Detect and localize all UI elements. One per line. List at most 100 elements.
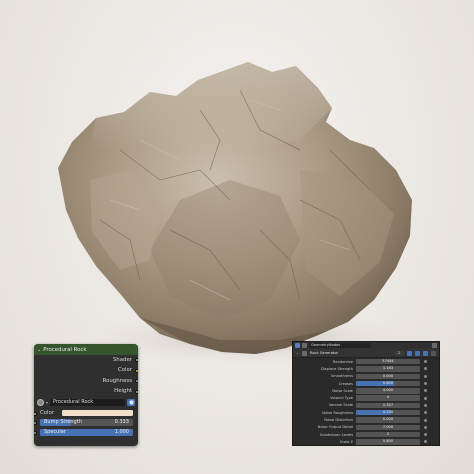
param-row: Noise Output Detail 7.000 [293,424,439,431]
float-socket-icon[interactable] [135,379,138,384]
output-shader: Shader [34,355,138,365]
viewport-toggle-icon[interactable] [415,350,420,356]
param-row: Smoothness 0.000 [293,373,439,380]
color-socket-icon[interactable] [34,411,37,416]
modifier-header[interactable]: ⌄ Rock Generator 2 [293,349,439,358]
param-label: Smoothness [330,374,353,379]
param-row: Subdivision Levels 2 [293,431,439,438]
modifier-properties-panel: GeometryNodes ⌄ Rock Generator 2 Randomi… [292,341,440,446]
slider-label: Specular [44,428,66,435]
slider-label: Bump Strength [44,418,82,425]
keyframe-dot-icon[interactable] [424,382,427,386]
param-row: Voronoi Scale 2.357 [293,402,439,409]
param-row: Scale Z 0.800 [293,438,439,445]
bump-strength-row: Bump Strength 0.333 [34,418,138,428]
pin-icon[interactable] [432,343,437,348]
param-field[interactable]: 1.183 [356,366,420,372]
keyframe-dot-icon[interactable] [424,389,427,393]
shield-icon [129,400,133,405]
param-value: 0.000 [382,373,394,378]
output-label: Shader [112,357,132,363]
chevron-down-icon[interactable]: ⌄ [37,347,41,353]
param-field[interactable]: 0.000 [356,373,420,379]
parameter-list: Randomize 57444 Displace Strength 1.183 Smoo… [293,358,439,445]
fake-user-button[interactable] [127,399,135,407]
param-row: Voronoi Type 4 [293,394,439,401]
color-socket-icon[interactable] [135,368,138,373]
output-height: Height [34,386,138,396]
properties-header: GeometryNodes [293,342,439,349]
node-group-field[interactable]: GeometryNodes [309,343,371,348]
param-label: Noise Scale [332,388,353,393]
keyframe-dot-icon[interactable] [424,440,427,444]
param-field[interactable]: 4 [356,395,420,401]
user-count[interactable]: 2 [394,350,404,356]
node-group-selector[interactable]: ▾ Procedural Rock [34,398,138,408]
wrench-icon[interactable] [295,343,300,348]
keyframe-dot-icon[interactable] [424,360,427,364]
node-tree-icon[interactable] [302,343,307,348]
chevron-down-icon[interactable]: ⌄ [296,351,299,355]
param-label: Scale Z [339,439,353,444]
keyframe-dot-icon[interactable] [424,396,427,400]
param-label: Displace Strength [321,366,353,371]
param-value: 4.000 [382,388,394,393]
param-field[interactable]: 2.357 [356,402,420,409]
param-row: Noise Scale 4.000 [293,387,439,394]
param-field[interactable]: 57444 [356,358,420,365]
node-tree-icon[interactable] [37,399,44,407]
param-field[interactable]: 0.550 [356,410,420,416]
shader-socket-icon[interactable] [135,358,138,363]
float-socket-icon[interactable] [135,389,138,394]
float-socket-icon[interactable] [34,431,37,436]
color-swatch[interactable] [62,409,133,417]
output-label: Color [117,367,132,374]
keyframe-dot-icon[interactable] [424,403,427,407]
param-label: Subdivision Levels [319,432,353,437]
param-value: 0.800 [382,439,394,444]
param-row: Creases 0.600 [293,380,439,387]
chevron-down-icon[interactable]: ▾ [46,400,48,405]
editmode-toggle-icon[interactable] [407,350,412,356]
param-field[interactable]: 2 [356,431,420,438]
output-color: Color [34,365,138,375]
output-roughness: Roughness [34,376,138,386]
param-row: Noise Roughness 0.550 [293,409,439,416]
geometry-nodes-icon [302,350,308,356]
param-field[interactable]: 7.000 [356,424,420,431]
modifier-name[interactable]: Rock Generator [310,351,391,355]
keyframe-dot-icon[interactable] [424,433,427,437]
param-field[interactable]: 0.800 [356,439,420,445]
keyframe-dot-icon[interactable] [424,374,427,378]
float-socket-icon[interactable] [34,421,37,426]
param-label: Noise Roughness [322,410,353,415]
color-label: Color [40,410,55,417]
specular-row: Specular 1.000 [34,428,138,438]
param-label: Randomize [333,359,353,364]
specular-slider[interactable]: Specular 1.000 [40,428,133,437]
param-row: Randomize 57444 [293,358,439,365]
slider-value: 1.000 [114,428,129,435]
param-row: Displace Strength 1.183 [293,365,439,372]
param-label: Voronoi Scale [328,403,353,408]
node-group-name[interactable]: Procedural Rock [50,399,125,407]
param-field[interactable]: 0.600 [356,380,420,387]
node-header[interactable]: ⌄ Procedural Rock [34,344,138,355]
bump-strength-slider[interactable]: Bump Strength 0.333 [40,418,133,427]
param-value: 4 [386,395,390,400]
dropdown-icon[interactable] [431,350,436,356]
param-value: 0.000 [382,417,394,422]
param-value: 57444 [382,358,394,363]
param-value: 0.550 [382,410,394,415]
param-label: Noise Output Detail [317,425,353,430]
output-label: Height [114,388,132,395]
keyframe-dot-icon[interactable] [424,367,427,371]
keyframe-dot-icon[interactable] [424,425,427,429]
keyframe-dot-icon[interactable] [424,418,427,422]
param-field[interactable]: 4.000 [356,388,420,394]
keyframe-dot-icon[interactable] [424,411,427,415]
render-toggle-icon[interactable] [423,350,428,356]
param-field[interactable]: 0.000 [356,417,420,423]
param-value: 7.000 [382,424,394,429]
procedural-rock-node[interactable]: ⌄ Procedural Rock Shader Color Roughness… [34,344,138,446]
